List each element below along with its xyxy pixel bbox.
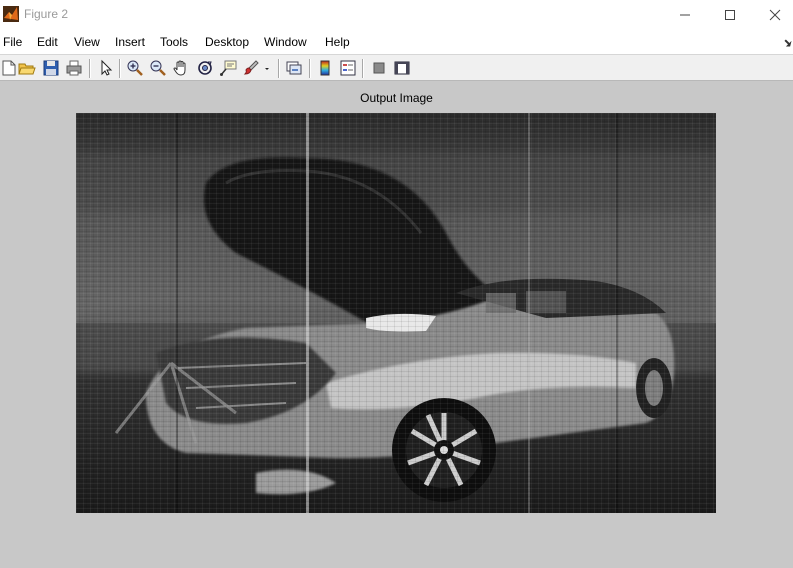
window-title: Figure 2 bbox=[24, 7, 69, 21]
minimize-icon bbox=[679, 14, 690, 16]
insert-legend-icon[interactable] bbox=[339, 59, 357, 77]
toolbar-separator bbox=[362, 59, 364, 78]
save-icon[interactable] bbox=[42, 59, 60, 77]
show-plot-tools-icon[interactable] bbox=[393, 59, 411, 77]
hide-plot-tools-icon[interactable] bbox=[370, 59, 388, 77]
minimize-button[interactable] bbox=[662, 0, 707, 30]
new-figure-icon[interactable] bbox=[0, 59, 18, 77]
brush-dropdown-icon[interactable] bbox=[262, 59, 272, 77]
car-image-icon bbox=[76, 113, 716, 513]
zoom-in-icon[interactable] bbox=[126, 59, 144, 77]
window-titlebar: Figure 2 bbox=[0, 0, 793, 30]
maximize-icon bbox=[724, 10, 735, 20]
menu-edit[interactable]: Edit bbox=[37, 35, 58, 49]
open-file-icon[interactable] bbox=[18, 59, 36, 77]
data-cursor-icon[interactable] bbox=[219, 59, 237, 77]
maximize-button[interactable] bbox=[707, 0, 752, 30]
close-icon bbox=[769, 9, 780, 21]
menu-window[interactable]: Window bbox=[264, 35, 307, 49]
output-image[interactable] bbox=[76, 113, 716, 513]
menu-help[interactable]: Help bbox=[325, 35, 350, 49]
edit-plot-icon[interactable] bbox=[97, 59, 115, 77]
menu-file[interactable]: File bbox=[3, 35, 22, 49]
menu-view[interactable]: View bbox=[74, 35, 100, 49]
matlab-logo-icon bbox=[3, 6, 19, 22]
pan-hand-icon[interactable] bbox=[172, 59, 190, 77]
toolbar-separator bbox=[119, 59, 121, 78]
toolbar-separator bbox=[89, 59, 91, 78]
print-icon[interactable] bbox=[65, 59, 83, 77]
link-plot-icon[interactable] bbox=[285, 59, 303, 77]
zoom-out-icon[interactable] bbox=[149, 59, 167, 77]
menu-bar: File Edit View Insert Tools Desktop Wind… bbox=[0, 30, 793, 54]
close-button[interactable] bbox=[752, 0, 793, 30]
dock-figure-icon[interactable] bbox=[783, 35, 793, 47]
menu-insert[interactable]: Insert bbox=[115, 35, 145, 49]
insert-colorbar-icon[interactable] bbox=[316, 59, 334, 77]
figure-toolbar bbox=[0, 54, 793, 81]
toolbar-separator bbox=[309, 59, 311, 78]
axes-title: Output Image bbox=[360, 91, 433, 105]
menu-desktop[interactable]: Desktop bbox=[205, 35, 249, 49]
toolbar-separator bbox=[278, 59, 280, 78]
brush-icon[interactable] bbox=[242, 59, 260, 77]
menu-tools[interactable]: Tools bbox=[160, 35, 188, 49]
rotate-3d-icon[interactable] bbox=[196, 59, 214, 77]
